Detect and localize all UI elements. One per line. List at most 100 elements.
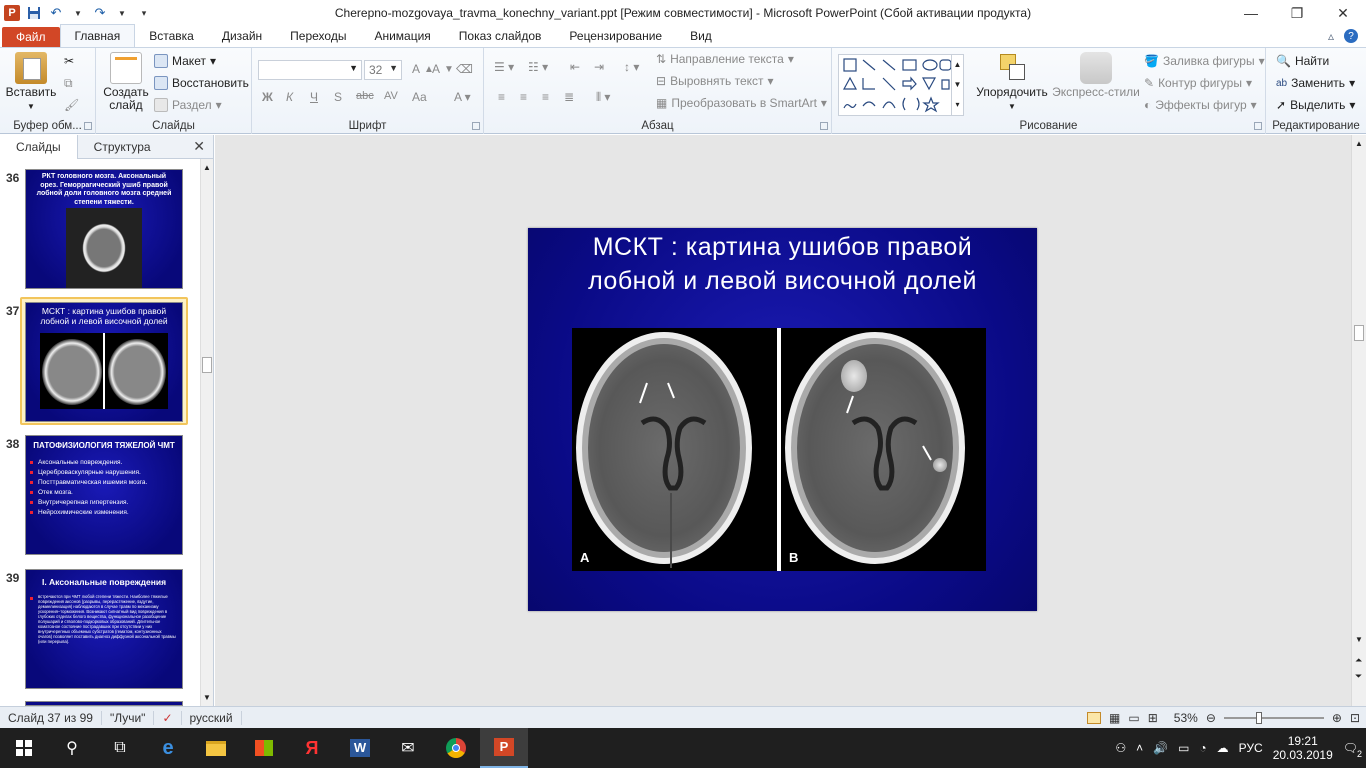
language-indicator[interactable]: русский <box>182 710 242 725</box>
zoom-slider[interactable] <box>1223 711 1324 724</box>
current-slide[interactable]: МСКТ : картина ушибов правой лобной и ле… <box>528 228 1037 611</box>
minimize-button[interactable]: — <box>1228 0 1274 26</box>
scroll-up-icon[interactable]: ▲ <box>201 163 213 172</box>
show-hidden-icons-icon[interactable]: ˄ <box>1136 741 1143 755</box>
underline-button[interactable]: Ч <box>310 90 318 104</box>
help-icon[interactable]: ? <box>1344 29 1358 43</box>
fit-slide-icon[interactable]: ⊡ <box>1350 711 1360 725</box>
reset-button[interactable]: Восстановить <box>154 76 249 90</box>
edit-scrollbar[interactable]: ▲ ▼ ⏶ ⏷ <box>1351 135 1366 706</box>
word-icon[interactable]: W <box>336 728 384 768</box>
save-icon[interactable] <box>26 5 42 21</box>
close-button[interactable]: ✕ <box>1320 0 1366 26</box>
redo-icon[interactable]: ↷ <box>92 5 108 21</box>
tab-design[interactable]: Дизайн <box>208 25 276 47</box>
italic-button[interactable]: К <box>286 90 293 104</box>
slide-edit-area[interactable]: МСКТ : картина ушибов правой лобной и ле… <box>215 135 1351 706</box>
slide-sorter-icon[interactable]: ▦ <box>1109 711 1120 725</box>
cut-icon[interactable]: ✂ <box>64 54 74 68</box>
clear-format-icon[interactable]: ⌫ <box>456 62 473 76</box>
slide-thumbnail-36[interactable]: 36 РКТ головного мозга. Аксональный орез… <box>0 169 196 291</box>
store-icon[interactable] <box>240 728 288 768</box>
dialog-launcher-icon[interactable] <box>84 122 92 130</box>
shape-fill-button[interactable]: 🪣 Заливка фигуры ▾ <box>1144 54 1265 68</box>
undo-icon[interactable]: ↶ <box>48 5 64 21</box>
decrease-indent-icon[interactable]: ⇤ <box>570 60 580 74</box>
slide-thumbnail-37[interactable]: 37 МСКТ : картина ушибов правой лобной и… <box>0 302 196 424</box>
dialog-launcher-icon[interactable] <box>820 122 828 130</box>
shapes-gallery[interactable]: ▲ ▼ ▾ <box>838 54 964 116</box>
task-view-icon[interactable]: ⧉ <box>96 728 144 768</box>
zoom-slider-thumb[interactable] <box>1255 711 1262 724</box>
dialog-launcher-icon[interactable] <box>472 122 480 130</box>
dialog-launcher-icon[interactable] <box>1254 122 1262 130</box>
align-right-icon[interactable]: ≡ <box>542 90 549 104</box>
line-spacing-icon[interactable]: ↕ ▾ <box>624 60 639 74</box>
text-direction-button[interactable]: ⇅ Направление текста ▾ <box>656 52 794 66</box>
tab-view[interactable]: Вид <box>676 25 726 47</box>
paste-button[interactable]: Вставить ▼ <box>4 52 58 113</box>
scroll-down-icon[interactable]: ▼ <box>1355 635 1363 644</box>
find-button[interactable]: 🔍 Найти <box>1276 54 1329 68</box>
copy-icon[interactable]: ⧉ <box>64 76 73 91</box>
yandex-browser-icon[interactable]: Я <box>288 728 336 768</box>
slide-title[interactable]: МСКТ : картина ушибов правой лобной и ле… <box>528 230 1037 298</box>
grow-font-icon[interactable]: A ▲ <box>412 62 434 76</box>
edge-icon[interactable]: e <box>144 728 192 768</box>
font-size-field[interactable]: 32 ▼ <box>364 60 402 80</box>
section-button[interactable]: Раздел ▾ <box>154 98 222 112</box>
zoom-out-icon[interactable]: ⊖ <box>1206 711 1216 725</box>
chevron-down-icon[interactable]: ▼ <box>70 5 86 21</box>
tab-insert[interactable]: Вставка <box>135 25 208 47</box>
slideshow-view-icon[interactable]: ⊞ <box>1148 711 1158 725</box>
strikethrough-button[interactable]: abc <box>356 90 374 102</box>
new-slide-button[interactable]: Создать слайд <box>100 52 152 112</box>
collapse-ribbon-icon[interactable]: ▵ <box>1328 29 1334 43</box>
bold-button[interactable]: Ж <box>262 90 273 104</box>
zoom-in-icon[interactable]: ⊕ <box>1332 711 1342 725</box>
layout-button[interactable]: Макет ▾ <box>154 54 216 68</box>
select-button[interactable]: ➚ Выделить ▾ <box>1276 98 1355 112</box>
shrink-font-icon[interactable]: A ▼ <box>432 62 454 76</box>
zoom-level[interactable]: 53% <box>1174 711 1198 725</box>
clock[interactable]: 19:21 20.03.2019 <box>1273 734 1333 762</box>
next-slide-icon[interactable]: ⏷ <box>1355 671 1362 682</box>
input-language[interactable]: РУС <box>1239 741 1263 755</box>
bullets-icon[interactable]: ☰ ▾ <box>494 60 514 74</box>
people-icon[interactable]: ⚇ <box>1115 741 1126 755</box>
shapes-scroll[interactable]: ▲ ▼ ▾ <box>951 55 963 115</box>
shape-outline-button[interactable]: ✎ Контур фигуры ▾ <box>1144 76 1252 90</box>
notification-center-icon[interactable]: 🗨 2 <box>1343 741 1362 759</box>
chevron-down-icon[interactable]: ▼ <box>114 5 130 21</box>
tab-slides[interactable]: Слайды <box>0 134 78 159</box>
slide-thumbnail-39[interactable]: 39 I. Аксональные повреждения встречаютс… <box>0 569 196 691</box>
justify-icon[interactable]: ≣ <box>564 90 574 104</box>
arrange-button[interactable]: Упорядочить ▼ <box>974 52 1050 113</box>
tab-slideshow[interactable]: Показ слайдов <box>445 25 556 47</box>
normal-view-icon[interactable] <box>1087 711 1102 724</box>
slide-thumbnail-38[interactable]: 38 ПАТОФИЗИОЛОГИЯ ТЯЖЕЛОЙ ЧМТ Аксональны… <box>0 435 196 557</box>
align-center-icon[interactable]: ≡ <box>520 90 527 104</box>
char-spacing-button[interactable]: AV <box>384 90 398 102</box>
font-name-field[interactable]: ▼ <box>258 60 362 80</box>
scroll-up-icon[interactable]: ▲ <box>1352 139 1366 148</box>
shape-effects-button[interactable]: ◐ Эффекты фигур ▾ <box>1144 98 1257 112</box>
previous-slide-icon[interactable]: ⏶ <box>1355 655 1362 666</box>
smartart-button[interactable]: ▦ Преобразовать в SmartArt ▾ <box>656 96 827 110</box>
theme-name[interactable]: "Лучи" <box>102 710 155 725</box>
scroll-thumb[interactable] <box>1354 325 1364 341</box>
columns-icon[interactable]: ⫴ ▾ <box>596 90 610 105</box>
spellcheck-icon[interactable]: ✓ <box>154 710 182 725</box>
reading-view-icon[interactable]: ▭ <box>1128 711 1139 725</box>
maximize-button[interactable]: ❐ <box>1274 0 1320 26</box>
search-icon[interactable]: ⚲ <box>48 728 96 768</box>
numbering-icon[interactable]: ☷ ▾ <box>528 60 548 74</box>
customize-qat-icon[interactable]: ▾ <box>136 5 152 21</box>
volume-icon[interactable]: 🔊 <box>1153 741 1168 755</box>
scroll-down-icon[interactable]: ▼ <box>203 693 211 702</box>
format-painter-icon[interactable]: 🖌 <box>64 98 79 112</box>
ct-scans-image[interactable]: A B <box>572 328 986 571</box>
scroll-thumb[interactable] <box>202 357 212 373</box>
battery-icon[interactable]: ▭ <box>1178 741 1189 755</box>
close-panel-icon[interactable]: ✕ <box>193 138 205 155</box>
